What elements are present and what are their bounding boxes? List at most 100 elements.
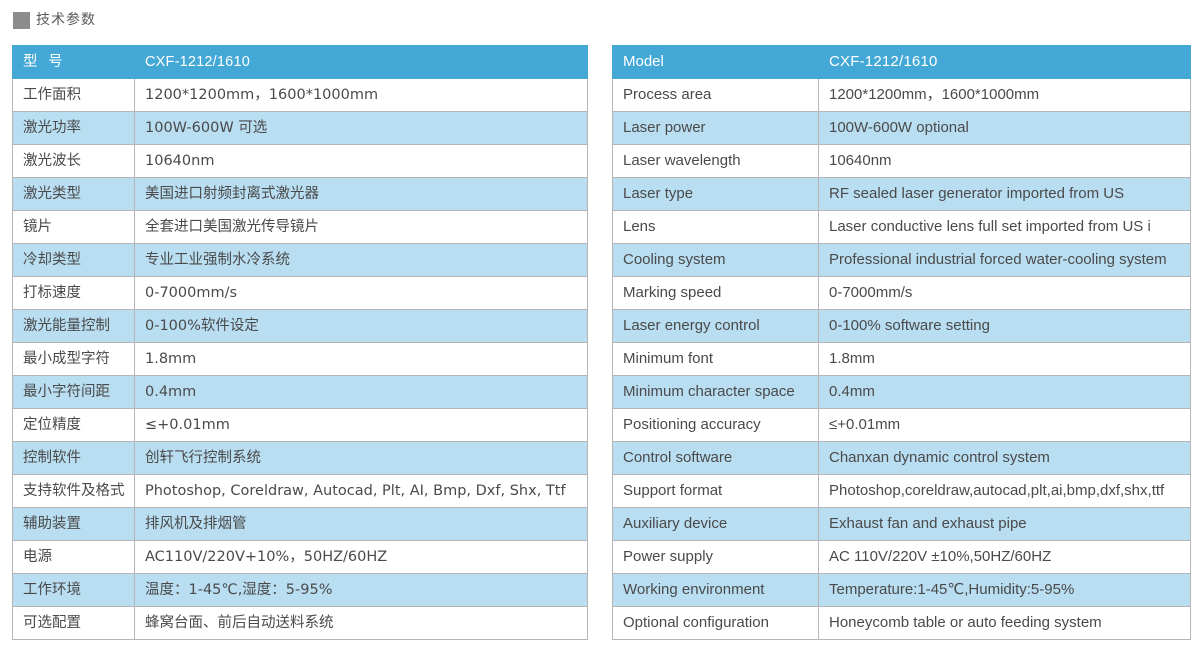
table-row: 镜片 全套进口美国激光传导镜片 [12, 210, 588, 244]
row-label-cell: Laser power [612, 111, 819, 145]
row-value-cell: AC 110V/220V ±10%,50HZ/60HZ [818, 540, 1191, 574]
row-value-cell: ≤+0.01mm [818, 408, 1191, 442]
table-row: 最小成型字符 1.8mm [12, 342, 588, 376]
row-label-cell: Working environment [612, 573, 819, 607]
table-row: Marking speed 0-7000mm/s [612, 276, 1191, 310]
table-row: Minimum font 1.8mm [612, 342, 1191, 376]
row-value-cell: 100W-600W 可选 [134, 111, 588, 145]
table-row: 激光类型 美国进口射频封离式激光器 [12, 177, 588, 211]
table-row: 可选配置 蜂窝台面、前后自动送料系统 [12, 606, 588, 640]
row-value-cell: 温度：1-45℃,湿度：5-95% [134, 573, 588, 607]
table-row: 冷却类型 专业工业强制水冷系统 [12, 243, 588, 277]
row-value-cell: Photoshop,coreldraw,autocad,plt,ai,bmp,d… [818, 474, 1191, 508]
row-label-cell: Optional configuration [612, 606, 819, 640]
table-row: Laser wavelength 10640nm [612, 144, 1191, 178]
row-value-cell: 1200*1200mm，1600*1000mm [134, 78, 588, 112]
row-label-cell: 最小字符间距 [12, 375, 135, 409]
row-value-cell: 蜂窝台面、前后自动送料系统 [134, 606, 588, 640]
spec-table-english: Model CXF-1212/1610 Process area 1200*120… [612, 45, 1191, 640]
row-value-cell: 10640nm [818, 144, 1191, 178]
row-label-cell: Positioning accuracy [612, 408, 819, 442]
row-label-cell: 工作环境 [12, 573, 135, 607]
table-row: 激光功率 100W-600W 可选 [12, 111, 588, 145]
table-row: Auxiliary device Exhaust fan and exhaust … [612, 507, 1191, 541]
row-value-cell: ≤+0.01mm [134, 408, 588, 442]
row-label-cell: 可选配置 [12, 606, 135, 640]
table-row: 工作环境 温度：1-45℃,湿度：5-95% [12, 573, 588, 607]
table-row: Laser power 100W-600W optional [612, 111, 1191, 145]
row-label-cell: Control software [612, 441, 819, 475]
row-label-cell: 最小成型字符 [12, 342, 135, 376]
table-row: Control software Chanxan dynamic control … [612, 441, 1191, 475]
row-label-cell: 辅助装置 [12, 507, 135, 541]
table-row: Working environment Temperature:1-45℃,Hum… [612, 573, 1191, 607]
row-value-cell: 全套进口美国激光传导镜片 [134, 210, 588, 244]
row-value-cell: 专业工业强制水冷系统 [134, 243, 588, 277]
row-value-cell: 1.8mm [818, 342, 1191, 376]
table-row: Laser energy control 0-100% software sett… [612, 309, 1191, 343]
row-label-cell: Laser wavelength [612, 144, 819, 178]
header-value-cell: CXF-1212/1610 [818, 45, 1191, 79]
table-header-row: 型 号 CXF-1212/1610 [12, 45, 588, 79]
spec-table-english-body: Model CXF-1212/1610 Process area 1200*120… [612, 45, 1191, 640]
row-value-cell: 创轩飞行控制系统 [134, 441, 588, 475]
row-label-cell: Process area [612, 78, 819, 112]
row-value-cell: 0-100%软件设定 [134, 309, 588, 343]
row-label-cell: Marking speed [612, 276, 819, 310]
row-label-cell: 激光功率 [12, 111, 135, 145]
row-label-cell: 打标速度 [12, 276, 135, 310]
square-bullet-icon [13, 11, 30, 29]
row-label-cell: 镜片 [12, 210, 135, 244]
page-title: 技术参数 [13, 3, 96, 37]
spec-table-chinese: 型 号 CXF-1212/1610 工作面积 1200*1200mm，1600*1… [12, 45, 588, 640]
table-row: 支持软件及格式 Photoshop, Coreldraw, Autocad, Pl… [12, 474, 588, 508]
table-row: 最小字符间距 0.4mm [12, 375, 588, 409]
row-value-cell: 排风机及排烟管 [134, 507, 588, 541]
row-label-cell: Minimum font [612, 342, 819, 376]
row-value-cell: 0.4mm [818, 375, 1191, 409]
table-row: Minimum character space 0.4mm [612, 375, 1191, 409]
row-label-cell: 定位精度 [12, 408, 135, 442]
table-row: 激光波长 10640nm [12, 144, 588, 178]
row-label-cell: Laser type [612, 177, 819, 211]
row-label-cell: Auxiliary device [612, 507, 819, 541]
spec-table-chinese-body: 型 号 CXF-1212/1610 工作面积 1200*1200mm，1600*1… [12, 45, 588, 640]
row-value-cell: 1.8mm [134, 342, 588, 376]
table-row: Support format Photoshop,coreldraw,autoca… [612, 474, 1191, 508]
row-label-cell: 激光波长 [12, 144, 135, 178]
row-value-cell: Professional industrial forced water-coo… [818, 243, 1191, 277]
row-label-cell: Cooling system [612, 243, 819, 277]
row-label-cell: Power supply [612, 540, 819, 574]
row-value-cell: Chanxan dynamic control system [818, 441, 1191, 475]
row-value-cell: Temperature:1-45℃,Humidity:5-95% [818, 573, 1191, 607]
row-label-cell: 激光类型 [12, 177, 135, 211]
header-label-cell: 型 号 [12, 45, 135, 79]
table-row: Lens Laser conductive lens full set impor… [612, 210, 1191, 244]
table-row: 辅助装置 排风机及排烟管 [12, 507, 588, 541]
row-label-cell: 冷却类型 [12, 243, 135, 277]
row-value-cell: 0.4mm [134, 375, 588, 409]
table-row: Process area 1200*1200mm，1600*1000mm [612, 78, 1191, 112]
table-row: Power supply AC 110V/220V ±10%,50HZ/60HZ [612, 540, 1191, 574]
row-label-cell: 支持软件及格式 [12, 474, 135, 508]
row-value-cell: 0-7000mm/s [818, 276, 1191, 310]
table-row: 电源 AC110V/220V+10%，50HZ/60HZ [12, 540, 588, 574]
row-label-cell: 激光能量控制 [12, 309, 135, 343]
table-row: Optional configuration Honeycomb table or… [612, 606, 1191, 640]
row-value-cell: Photoshop, Coreldraw, Autocad, Plt, AI, … [134, 474, 588, 508]
table-row: Cooling system Professional industrial fo… [612, 243, 1191, 277]
row-label-cell: Minimum character space [612, 375, 819, 409]
row-value-cell: 100W-600W optional [818, 111, 1191, 145]
table-row: 工作面积 1200*1200mm，1600*1000mm [12, 78, 588, 112]
row-value-cell: Exhaust fan and exhaust pipe [818, 507, 1191, 541]
row-value-cell: Laser conductive lens full set imported … [818, 210, 1191, 244]
row-label-cell: 电源 [12, 540, 135, 574]
row-label-cell: Support format [612, 474, 819, 508]
row-label-cell: 工作面积 [12, 78, 135, 112]
row-value-cell: 0-100% software setting [818, 309, 1191, 343]
row-value-cell: 美国进口射频封离式激光器 [134, 177, 588, 211]
table-row: Positioning accuracy ≤+0.01mm [612, 408, 1191, 442]
header-value-cell: CXF-1212/1610 [134, 45, 588, 79]
table-row: 控制软件 创轩飞行控制系统 [12, 441, 588, 475]
table-row: 定位精度 ≤+0.01mm [12, 408, 588, 442]
